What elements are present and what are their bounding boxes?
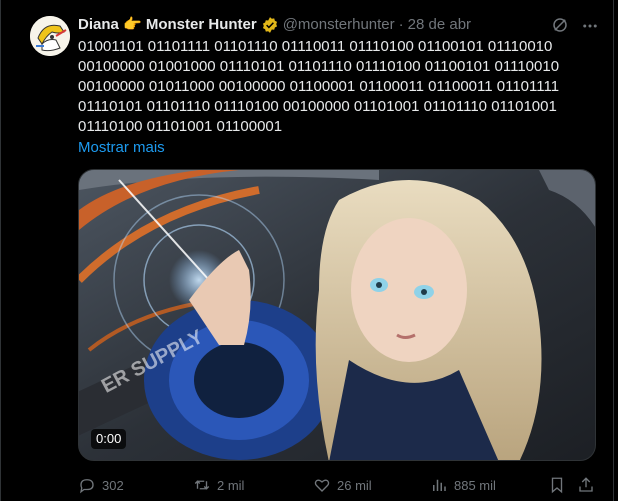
avatar[interactable] <box>30 16 70 56</box>
tweet-actions: 302 2 mil 26 mil 885 mil <box>78 474 598 496</box>
retweet-count: 2 mil <box>217 477 245 493</box>
tweet-text-line: 00100000 01001000 01110101 01101110 0111… <box>78 58 560 75</box>
like-count: 26 mil <box>337 477 372 493</box>
bookmark-button[interactable] <box>548 474 572 496</box>
reply-button[interactable]: 302 <box>78 474 124 496</box>
tweet-text-line: 00100000 01011000 00100000 01100001 0110… <box>78 78 560 95</box>
video-timestamp: 0:00 <box>91 429 127 449</box>
retweet-button[interactable]: 2 mil <box>193 474 244 496</box>
reply-icon <box>79 479 94 494</box>
video-frame: ER SUPPLY <box>79 170 595 460</box>
separator-dot: · <box>398 16 404 33</box>
tweet-text: 01001101 01101111 01101110 01110011 0111… <box>78 37 590 137</box>
grok-icon[interactable] <box>551 16 569 34</box>
display-name[interactable]: Diana 👉 Monster Hunter <box>78 15 257 35</box>
tweet-text-line: 01110100 01101001 01100001 <box>78 118 283 135</box>
like-button[interactable]: 26 mil <box>313 474 372 496</box>
views-button[interactable]: 885 mil <box>430 474 496 496</box>
more-icon[interactable] <box>581 17 599 35</box>
share-icon <box>579 477 593 492</box>
column-border-right <box>613 0 614 501</box>
video-player[interactable]: ER SUPPLY 0:00 <box>78 169 596 461</box>
share-button[interactable] <box>577 474 601 496</box>
views-icon <box>433 479 446 491</box>
show-more-link[interactable]: Mostrar mais <box>78 138 165 158</box>
user-handle[interactable]: @monsterhunter <box>283 15 395 35</box>
avatar-illustration <box>30 16 70 56</box>
verified-gold-badge-icon[interactable] <box>261 16 279 34</box>
bookmark-icon <box>551 477 563 494</box>
retweet-icon <box>194 480 210 490</box>
column-border-left <box>0 0 1 501</box>
views-count: 885 mil <box>454 477 496 493</box>
heart-icon <box>314 479 330 492</box>
tweet-date[interactable]: 28 de abr <box>408 15 471 35</box>
reply-count: 302 <box>102 477 124 493</box>
tweet-header: Diana 👉 Monster Hunter @monsterhunter · … <box>78 15 471 35</box>
tweet-text-line: 01001101 01101111 01101110 01110011 0111… <box>78 38 553 55</box>
tweet-text-line: 01110101 01101110 01110100 00100000 0110… <box>78 98 557 115</box>
